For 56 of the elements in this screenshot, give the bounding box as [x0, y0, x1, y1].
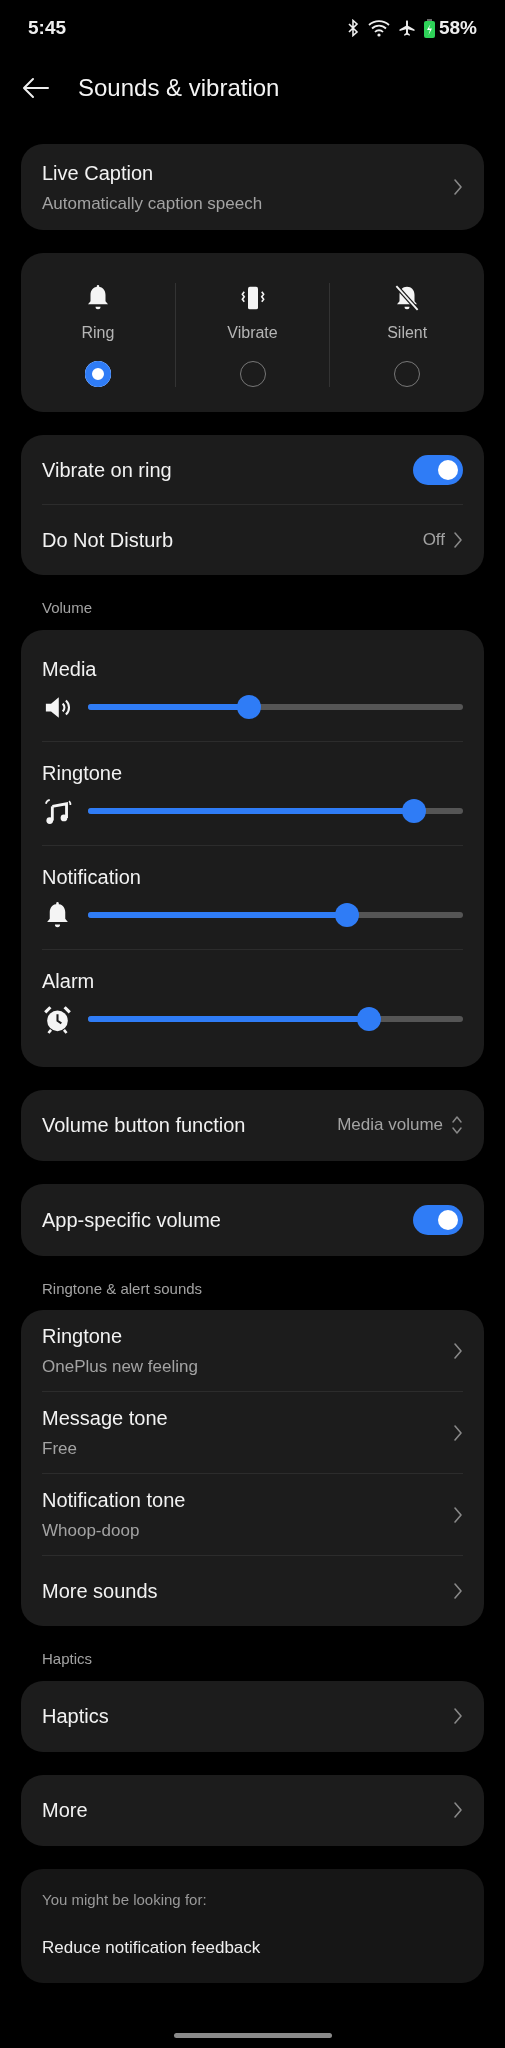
- setting-title: Haptics: [42, 1704, 110, 1729]
- suggestion-link[interactable]: Reduce notification feedback: [42, 1935, 463, 1961]
- slider-thumb[interactable]: [334, 903, 359, 927]
- setting-subtitle: Whoop-doop: [42, 1520, 141, 1543]
- section-heading: Volume: [41, 598, 94, 618]
- volume-label: Ringtone: [42, 760, 124, 786]
- volume-label: Notification: [42, 864, 142, 890]
- up-down-chevron-icon: [451, 1115, 463, 1135]
- setting-subtitle: Automatically caption speech: [42, 192, 264, 215]
- chevron-right-icon: [453, 1341, 463, 1360]
- suggestion-heading: You might be looking for:: [42, 1889, 208, 1910]
- setting-subtitle: Free: [42, 1438, 78, 1461]
- setting-title: Message tone: [42, 1406, 169, 1432]
- page-title: Sounds & vibration: [78, 73, 280, 103]
- toggle-switch[interactable]: [413, 454, 463, 485]
- setting-subtitle: OnePlus new feeling: [42, 1356, 199, 1379]
- setting-title: Ringtone: [42, 1324, 124, 1350]
- bluetooth-icon: [345, 19, 360, 37]
- setting-title: Vibrate on ring: [42, 457, 173, 483]
- battery-percentage: 58%: [438, 15, 477, 40]
- airplane-icon: [397, 19, 416, 37]
- status-time: 5:45: [28, 15, 67, 40]
- slider-thumb[interactable]: [357, 1007, 382, 1031]
- slider-thumb[interactable]: [402, 799, 427, 823]
- home-indicator[interactable]: [173, 2032, 332, 2038]
- chevron-right-icon: [453, 1707, 463, 1725]
- chevron-right-icon: [453, 1582, 463, 1600]
- mode-label: Vibrate: [227, 323, 278, 343]
- slider-thumb[interactable]: [237, 695, 262, 719]
- back-arrow-icon: [22, 77, 50, 99]
- setting-value: Media volume: [337, 1114, 443, 1137]
- radio-button[interactable]: [84, 361, 111, 387]
- chevron-right-icon: [453, 178, 463, 196]
- volume-label: Alarm: [42, 968, 96, 994]
- chevron-right-icon: [453, 1505, 463, 1524]
- setting-title: More: [42, 1798, 89, 1823]
- setting-title: Volume button function: [42, 1113, 247, 1138]
- setting-title: More sounds: [42, 1579, 159, 1604]
- chevron-right-icon: [453, 1801, 463, 1819]
- toggle-switch[interactable]: [413, 1204, 463, 1235]
- section-heading: Haptics: [41, 1649, 94, 1669]
- setting-title: Do Not Disturb: [42, 528, 175, 553]
- section-heading: Ringtone & alert sounds: [41, 1278, 204, 1299]
- mode-label: Ring: [81, 323, 115, 343]
- alarm-clock-icon: [42, 1003, 73, 1035]
- wifi-icon: [367, 19, 390, 37]
- setting-value: Off: [422, 529, 445, 552]
- setting-title: App-specific volume: [42, 1207, 222, 1233]
- chevron-right-icon: [453, 1423, 463, 1442]
- setting-title: Live Caption: [42, 160, 155, 186]
- battery-charging-icon: [423, 18, 435, 38]
- chevron-right-icon: [453, 531, 463, 549]
- volume-label: Media: [42, 656, 98, 682]
- mode-label: Silent: [387, 323, 428, 343]
- setting-title: Notification tone: [42, 1488, 187, 1514]
- back-button[interactable]: [22, 77, 50, 99]
